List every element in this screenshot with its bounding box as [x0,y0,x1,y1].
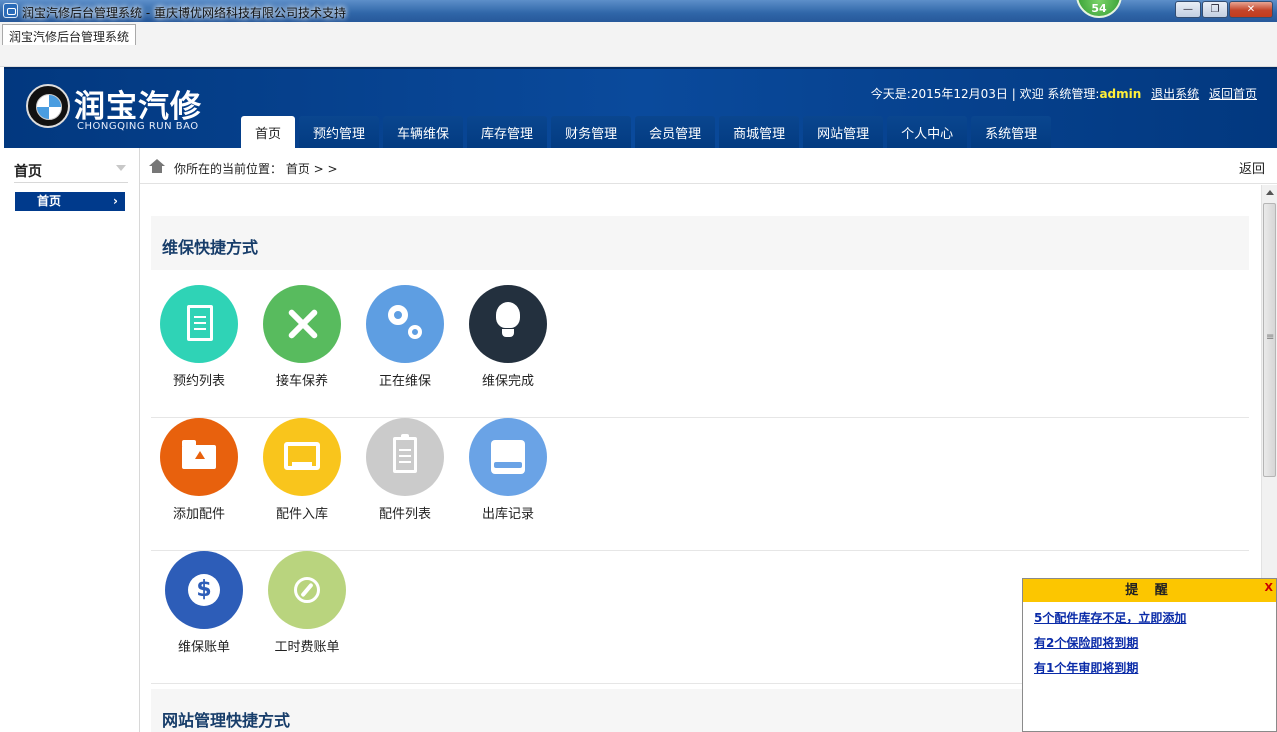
nav-tab-personal[interactable]: 个人中心 [887,116,968,150]
nav-tab-members[interactable]: 会员管理 [635,116,716,150]
close-icon[interactable]: X [1265,579,1273,597]
logo-subtitle: CHONGQING RUN BAO [77,121,199,132]
shortcut-label: 出库记录 [481,507,534,522]
reminder-title: 提 醒 [1125,583,1174,598]
breadcrumb: 你所在的当前位置： 首页 > > 返回 [140,148,1277,184]
nav-tab-system[interactable]: 系统管理 [971,116,1052,150]
app-icon [3,3,18,18]
back-link[interactable]: 返回 [1239,158,1265,177]
lightbulb-icon [469,285,547,363]
window-title: 润宝汽修后台管理系统 - 重庆博优网络科技有限公司技术支持 [22,6,346,20]
site-logo[interactable]: 润宝汽修 CHONGQING RUN BAO [24,81,224,136]
sidebar-title[interactable]: 首页 [14,161,128,183]
document-icon [160,285,238,363]
shortcut-label: 接车保养 [275,374,328,389]
shortcut-label: 工时费账单 [274,640,340,655]
nav-tab-mall[interactable]: 商城管理 [719,116,800,150]
hard-drive-icon [469,418,547,496]
breadcrumb-text: 你所在的当前位置： 首页 > > [174,162,338,176]
reminder-annual-inspection-link[interactable]: 有1个年审即将到期 [1034,659,1138,676]
section-title: 维保快捷方式 [162,238,259,257]
dollar-icon: $ [165,551,243,629]
shortcut-label: 维保完成 [481,374,534,389]
top-info-bar: 今天是:2015年12月03日 | 欢迎 系统管理:admin 退出系统 返回首… [871,85,1257,102]
nav-tab-vehicle-maintenance[interactable]: 车辆维保 [383,116,464,150]
clipboard-icon [366,418,444,496]
shortcut-label: 正在维保 [378,374,431,389]
compass-icon [268,551,346,629]
chevron-right-icon: › [113,194,118,208]
logout-link[interactable]: 退出系统 [1151,87,1199,101]
shortcut-row: 预约列表 接车保养 正在维保 维保完成 [151,285,1249,418]
close-button[interactable]: ✕ [1229,1,1273,18]
reminder-insurance-link[interactable]: 有2个保险即将到期 [1034,634,1138,651]
sidebar-title-label: 首页 [14,164,42,180]
nav-tab-inventory[interactable]: 库存管理 [467,116,548,150]
sidebar-item-label: 首页 [37,194,62,208]
scroll-thumb[interactable] [1263,203,1276,477]
sidebar-item-home[interactable]: 首页 › [15,192,125,211]
nav-tab-website[interactable]: 网站管理 [803,116,884,150]
folder-upload-icon [160,418,238,496]
reminder-popup: 提 醒 X 5个配件库存不足，立即添加 有2个保险即将到期 有1个年审即将到期 [1022,578,1277,732]
main-nav: 首页 预约管理 车辆维保 库存管理 财务管理 会员管理 商城管理 网站管理 个人… [241,116,1055,150]
reminder-header: 提 醒 X [1023,579,1276,602]
shortcut-label: 维保账单 [177,640,230,655]
reminder-low-stock-link[interactable]: 5个配件库存不足，立即添加 [1034,609,1186,626]
shortcut-label: 配件入库 [275,507,328,522]
scroll-up-icon[interactable] [1266,190,1274,195]
wrench-icon [263,285,341,363]
bmw-logo-icon [26,84,70,128]
nav-tab-home[interactable]: 首页 [241,116,296,150]
gears-icon [366,285,444,363]
home-icon [149,159,165,173]
maximize-button[interactable]: ❐ [1202,1,1228,18]
site-header: 润宝汽修 CHONGQING RUN BAO 今天是:2015年12月03日 |… [4,67,1277,150]
shortcut-row: 添加配件 配件入库 配件列表 出库记录 [151,418,1249,551]
nav-tab-finance[interactable]: 财务管理 [551,116,632,150]
section-maintenance-shortcuts: 维保快捷方式 [151,216,1249,270]
home-link[interactable]: 返回首页 [1209,87,1257,101]
browser-toolbar [0,22,1277,67]
section-title: 网站管理快捷方式 [162,711,291,730]
shortcut-label: 添加配件 [172,507,225,522]
shortcut-label: 预约列表 [172,374,225,389]
minimize-button[interactable]: — [1175,1,1201,18]
date-welcome-text: 今天是:2015年12月03日 | 欢迎 系统管理: [870,87,1100,101]
window-controls: — ❐ ✕ [1174,1,1273,19]
shortcut-label: 配件列表 [378,507,431,522]
inbox-icon [263,418,341,496]
left-sidebar: 首页 首页 › [0,148,140,732]
nav-tab-appointments[interactable]: 预约管理 [299,116,380,150]
chevron-down-icon [116,165,126,171]
browser-tab[interactable]: 润宝汽修后台管理系统 [2,24,137,45]
admin-username: admin [1099,87,1142,101]
logo-title: 润宝汽修 [74,89,202,125]
